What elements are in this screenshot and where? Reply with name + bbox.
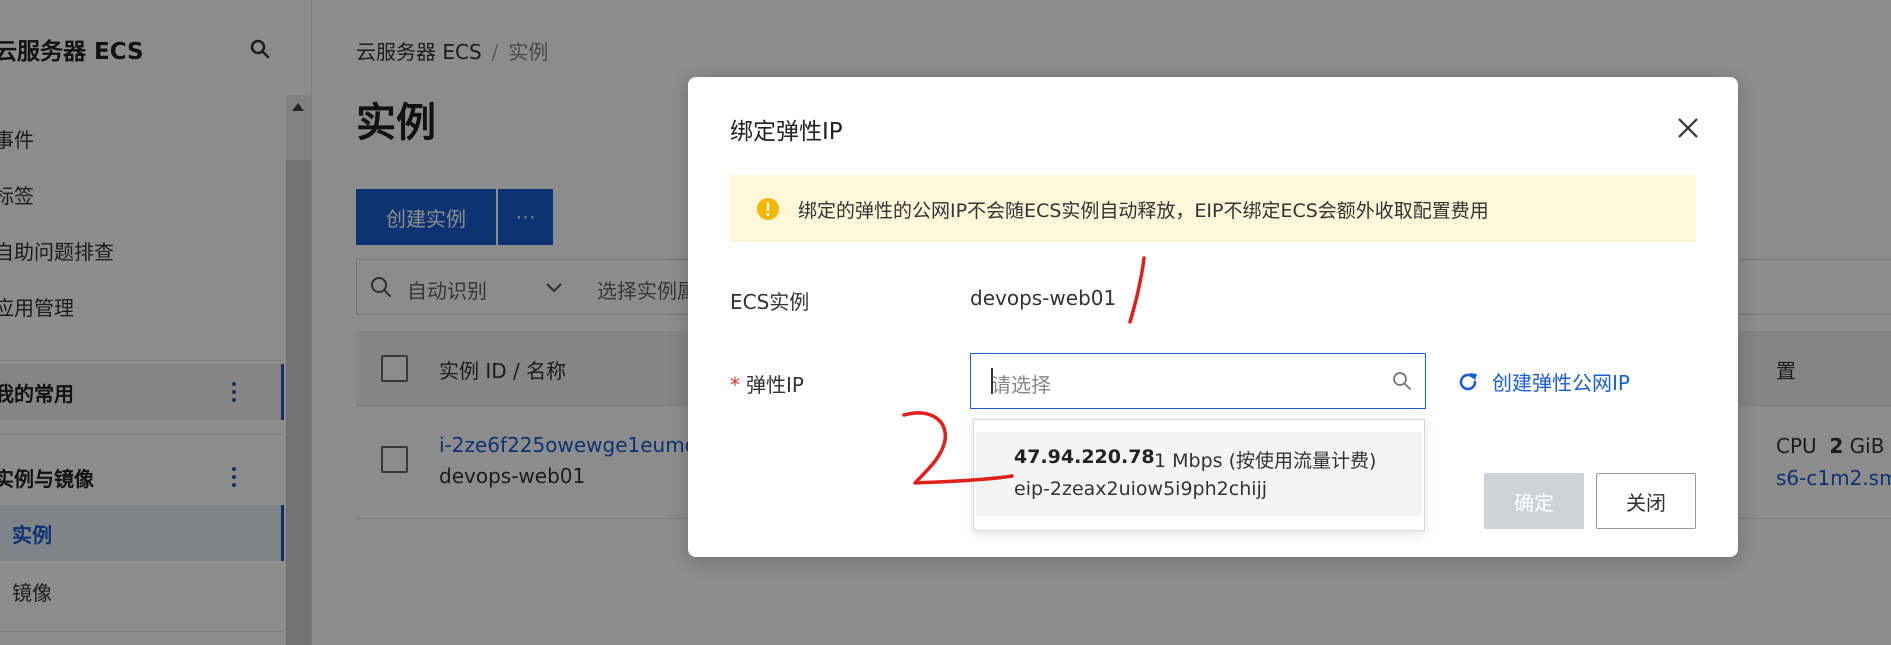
eip-option[interactable]: 47.94.220.78 1 Mbps (按使用流量计费) eip-2zeax2… — [976, 432, 1422, 516]
refresh-icon[interactable] — [1456, 370, 1480, 394]
eip-label-text: 弹性IP — [746, 373, 804, 397]
eip-label: * 弹性IP — [730, 369, 804, 398]
required-mark: * — [730, 373, 740, 397]
dialog-title: 绑定弹性IP — [730, 119, 843, 145]
close-button[interactable]: 关闭 — [1596, 473, 1696, 529]
warning-icon — [757, 198, 779, 220]
warning-alert: 绑定的弹性的公网IP不会随ECS实例自动释放，EIP不绑定ECS会额外收取配置费… — [730, 175, 1696, 242]
eip-option-ip: 47.94.220.78 — [1014, 446, 1155, 468]
eip-select[interactable]: 请选择 — [970, 353, 1426, 409]
create-eip-link[interactable]: 创建弹性公网IP — [1456, 367, 1630, 396]
alert-message: 绑定的弹性的公网IP不会随ECS实例自动释放，EIP不绑定ECS会额外收取配置费… — [798, 200, 1489, 222]
eip-dropdown: 47.94.220.78 1 Mbps (按使用流量计费) eip-2zeax2… — [973, 419, 1425, 531]
text-cursor — [991, 368, 993, 394]
ecs-instance-label: ECS实例 — [730, 290, 810, 314]
eip-option-bandwidth: 1 Mbps (按使用流量计费) — [1154, 450, 1377, 472]
close-icon[interactable] — [1674, 114, 1702, 142]
eip-select-placeholder: 请选择 — [991, 373, 1051, 397]
ecs-instance-value: devops-web01 — [970, 286, 1117, 310]
bind-eip-dialog: 绑定弹性IP 绑定的弹性的公网IP不会随ECS实例自动释放，EIP不绑定ECS会… — [688, 77, 1738, 557]
confirm-button[interactable]: 确定 — [1484, 473, 1584, 529]
search-icon — [1393, 372, 1411, 390]
create-eip-label: 创建弹性公网IP — [1492, 371, 1630, 395]
eip-option-id: eip-2zeax2uiow5i9ph2chijj — [1014, 478, 1268, 500]
